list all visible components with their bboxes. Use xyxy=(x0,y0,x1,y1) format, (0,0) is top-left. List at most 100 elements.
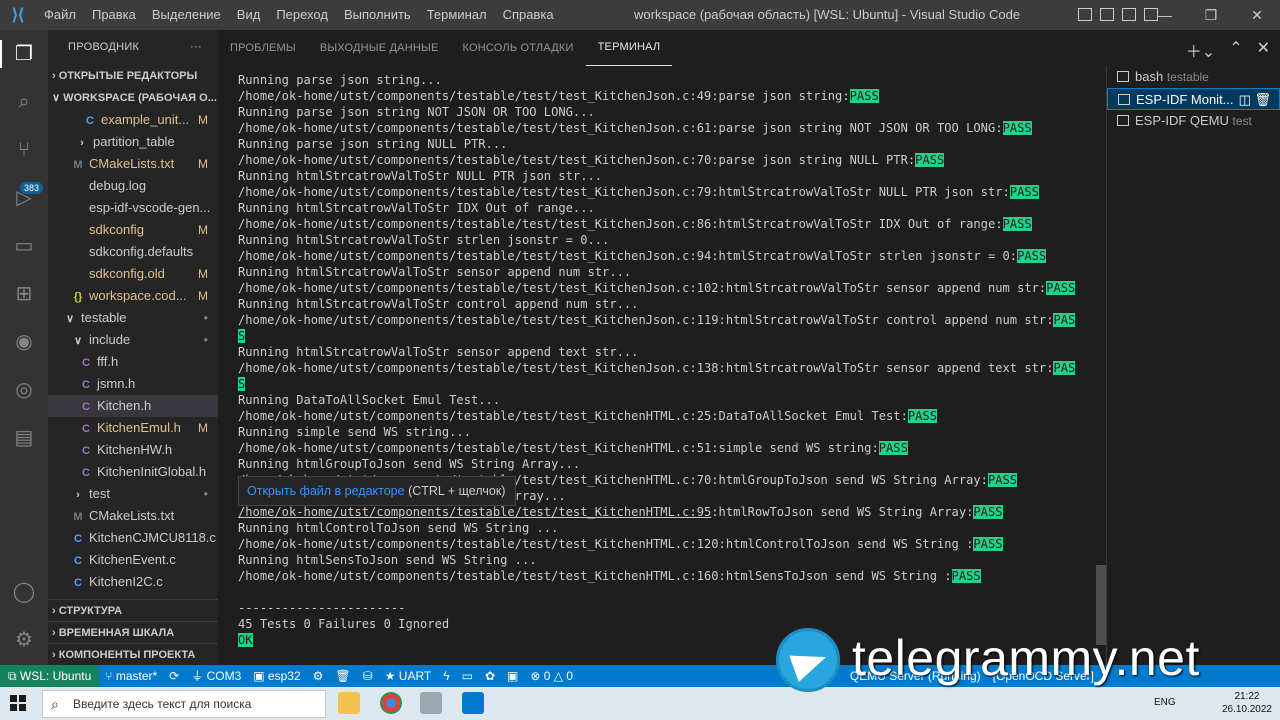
build-flash-monitor-icon[interactable]: ✿ xyxy=(479,665,501,687)
target-indicator[interactable]: ▣ esp32 xyxy=(247,665,306,687)
toggle-sidebar-icon[interactable] xyxy=(1078,8,1092,21)
docker-icon[interactable]: ▤ xyxy=(12,426,36,450)
uart-indicator[interactable]: ★ UART xyxy=(379,665,438,687)
tree-item[interactable]: esp-idf-vscode-gen... xyxy=(48,197,218,219)
settings-gear-icon[interactable]: ⚙ xyxy=(12,628,36,652)
maximize-panel-icon[interactable]: ⌃ xyxy=(1229,38,1242,62)
tree-item[interactable]: debug.log xyxy=(48,175,218,197)
tree-item[interactable]: C Kitchen.h xyxy=(48,395,218,417)
tree-item[interactable]: C KitchenEmul.h M xyxy=(48,417,218,439)
tree-item[interactable]: {} workspace.cod... M xyxy=(48,285,218,307)
tab-debug-console[interactable]: КОНСОЛЬ ОТЛАДКИ xyxy=(450,30,585,66)
terminal-icon[interactable]: ▣ xyxy=(501,665,524,687)
split-kill-terminal-icon[interactable]: ◫ 🗑 xyxy=(1239,89,1271,111)
pass-badge: PASS xyxy=(1002,217,1032,231)
terminal-output[interactable]: Running parse json string... /home/ok-hom… xyxy=(238,72,1098,662)
project-components-section[interactable]: › КОМПОНЕНТЫ ПРОЕКТА xyxy=(48,643,218,665)
remote-explorer-icon[interactable]: ▭ xyxy=(12,234,36,258)
tree-item[interactable]: M CMakeLists.txt M xyxy=(48,153,218,175)
timeline-section[interactable]: › ВРЕМЕННАЯ ШКАЛА xyxy=(48,621,218,643)
account-icon[interactable]: ◯ xyxy=(12,580,36,604)
minimize-icon[interactable]: — xyxy=(1142,0,1188,30)
monitor-icon[interactable]: ▭ xyxy=(456,665,479,687)
workspace-section[interactable]: ∨ WORKSPACE (РАБОЧАЯ О... xyxy=(48,87,218,109)
chrome-icon[interactable] xyxy=(380,692,402,714)
tree-item[interactable]: sdkconfig M xyxy=(48,219,218,241)
terminal-file-link[interactable]: /home/ok-home/utst/components/testable/t… xyxy=(238,505,711,519)
tree-item[interactable]: › partition_table xyxy=(48,131,218,153)
menu-edit[interactable]: Правка xyxy=(84,0,144,30)
toggle-panel-icon[interactable] xyxy=(1100,8,1114,21)
menu-help[interactable]: Справка xyxy=(495,0,562,30)
tree-item[interactable]: M CMakeLists.txt xyxy=(48,505,218,527)
terminal-instance[interactable]: ESP-IDF Monit... ◫ 🗑 xyxy=(1107,88,1280,110)
github-icon[interactable]: ◉ xyxy=(12,330,36,354)
explorer-icon[interactable]: ❐ xyxy=(12,42,36,66)
tree-item[interactable]: Cexample_unit... M xyxy=(48,109,218,131)
menu-run[interactable]: Выполнить xyxy=(336,0,419,30)
tree-item[interactable]: ∨ include • xyxy=(48,329,218,351)
search-icon[interactable]: ⌕ xyxy=(12,90,36,114)
pass-badge: PASS xyxy=(1046,281,1076,295)
paper-plane-icon xyxy=(789,644,831,682)
flash-icon[interactable]: ϟ xyxy=(437,665,455,687)
taskbar-search[interactable]: ⌕ Введите здесь текст для поиска xyxy=(42,690,326,718)
tree-item[interactable]: C KitchenHW.h xyxy=(48,439,218,461)
pass-badge: S xyxy=(238,377,246,391)
tree-item[interactable]: sdkconfig.old M xyxy=(48,263,218,285)
file-explorer-icon[interactable] xyxy=(338,692,360,714)
tooltip-open-file-link[interactable]: Открыть файл в редакторе xyxy=(247,484,405,498)
tree-item[interactable]: ∨ testable • xyxy=(48,307,218,329)
close-icon[interactable]: ✕ xyxy=(1234,0,1280,30)
terminal-instance[interactable]: ESP-IDF QEMU test xyxy=(1107,110,1280,132)
menu-file[interactable]: Файл xyxy=(36,0,84,30)
file-type-icon: C xyxy=(74,555,82,567)
close-panel-icon[interactable]: ✕ xyxy=(1257,38,1270,62)
tree-item[interactable]: C KitchenInitGlobal.h xyxy=(48,461,218,483)
menu-terminal[interactable]: Терминал xyxy=(419,0,495,30)
sync-icon[interactable]: ⟳ xyxy=(163,665,185,687)
new-terminal-icon[interactable]: ＋⌄ xyxy=(1186,38,1215,62)
terminal-line: Running parse json string NULL PTR... xyxy=(238,136,1098,152)
run-debug-icon[interactable]: ▷ xyxy=(12,186,36,210)
tab-problems[interactable]: ПРОБЛЕМЫ xyxy=(218,30,308,66)
tab-output[interactable]: ВЫХОДНЫЕ ДАННЫЕ xyxy=(308,30,451,66)
menu-go[interactable]: Переход xyxy=(268,0,336,30)
vscode-taskbar-icon[interactable] xyxy=(462,692,484,714)
remote-indicator[interactable]: ⧉ WSL: Ubuntu xyxy=(0,665,100,687)
problems-indicator[interactable]: ⊗ 0 △ 0 xyxy=(524,665,579,687)
windows-start-icon[interactable] xyxy=(10,695,26,711)
esp-idf-icon[interactable]: ◎ xyxy=(12,378,36,402)
port-indicator[interactable]: ⏚ COM3 xyxy=(185,665,247,687)
app-window-icon[interactable] xyxy=(420,692,442,714)
tree-item[interactable]: Cjsmn.h xyxy=(48,373,218,395)
keyboard-language[interactable]: ENG xyxy=(1154,697,1176,708)
settings-icon[interactable]: ⚙ xyxy=(307,665,330,687)
restore-icon[interactable]: ❐ xyxy=(1188,0,1234,30)
tree-item[interactable]: C KitchenEvent.c xyxy=(48,549,218,571)
tree-item[interactable]: C KitchenCJMCU8118.c xyxy=(48,527,218,549)
open-editors-section[interactable]: › ОТКРЫТЫЕ РЕДАКТОРЫ xyxy=(48,65,218,87)
terminal-instance[interactable]: bash testable xyxy=(1107,66,1280,88)
more-actions-icon[interactable]: ··· xyxy=(190,30,202,65)
source-control-icon[interactable]: ⑂ xyxy=(12,138,36,162)
menu-selection[interactable]: Выделение xyxy=(144,0,229,30)
pass-badge: PASS xyxy=(951,569,981,583)
clean-icon[interactable]: 🗑 xyxy=(329,665,356,687)
terminal-instance-desc: testable xyxy=(1166,70,1209,84)
menu-view[interactable]: Вид xyxy=(229,0,269,30)
tree-item[interactable]: Cfff.h xyxy=(48,351,218,373)
window-controls: — ❐ ✕ xyxy=(1142,0,1280,30)
build-icon[interactable]: ⛁ xyxy=(357,665,379,687)
extensions-icon[interactable]: ⊞ xyxy=(12,282,36,306)
branch-indicator[interactable]: ⑂ master* xyxy=(99,665,163,687)
terminal-line: /home/ok-home/utst/components/testable/t… xyxy=(238,504,1098,520)
tree-item[interactable]: sdkconfig.defaults xyxy=(48,241,218,263)
terminal-text: Running htmlStrcatrowValToStr control ap… xyxy=(238,297,639,311)
tree-item[interactable]: › test • xyxy=(48,483,218,505)
toggle-secondary-sidebar-icon[interactable] xyxy=(1122,8,1136,21)
tab-terminal[interactable]: ТЕРМИНАЛ xyxy=(585,30,673,66)
tree-item-label: sdkconfig.old xyxy=(89,266,165,281)
outline-section[interactable]: › СТРУКТУРА xyxy=(48,599,218,621)
tree-item[interactable]: C KitchenI2C.c xyxy=(48,571,218,593)
